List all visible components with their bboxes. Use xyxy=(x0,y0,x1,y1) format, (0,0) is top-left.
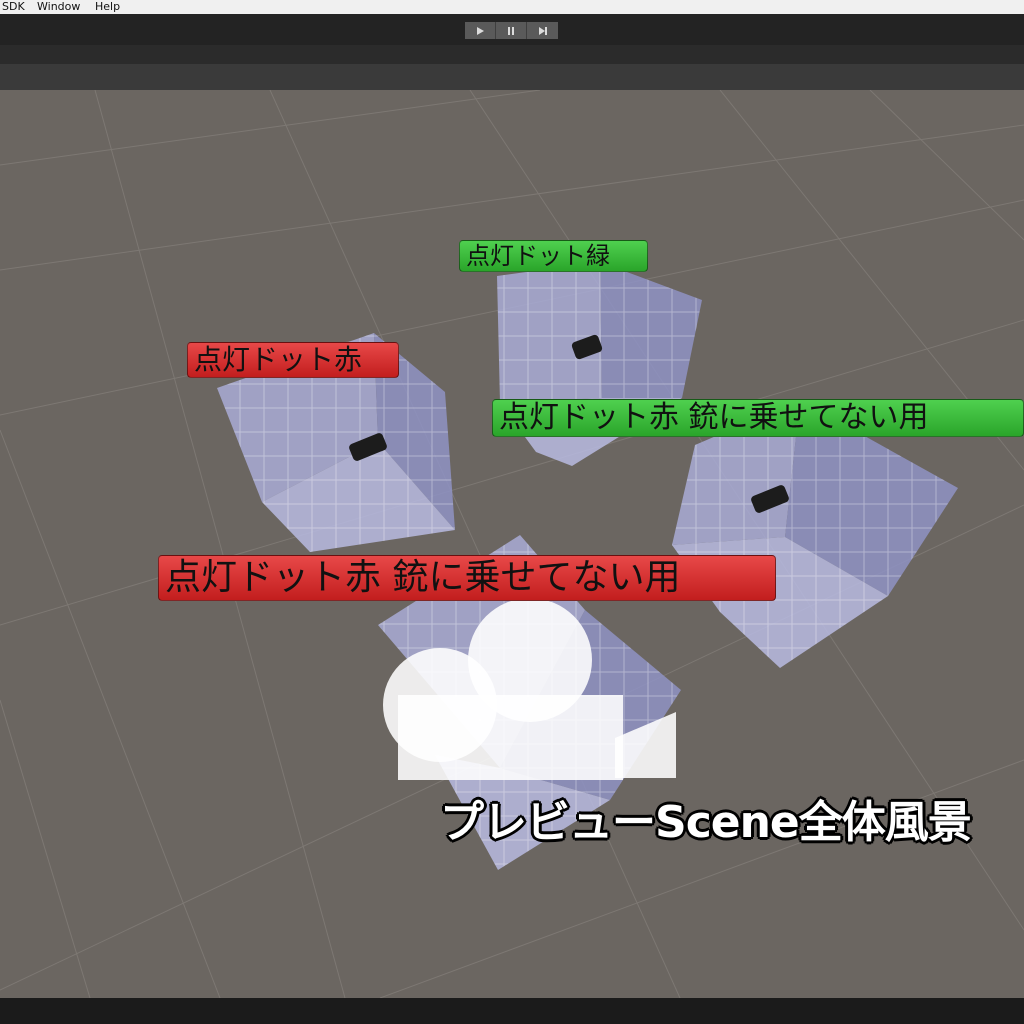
pause-button[interactable] xyxy=(496,22,527,39)
play-icon xyxy=(477,26,484,35)
scene-view-header xyxy=(0,64,1024,90)
label-tag-red-left[interactable]: 点灯ドット赤 xyxy=(187,342,399,378)
menu-item-window[interactable]: Window xyxy=(37,0,80,13)
preview-caption: プレビューScene全体風景 xyxy=(440,797,972,848)
menu-bar: SDK Window Help xyxy=(0,0,1024,14)
menu-item-help[interactable]: Help xyxy=(95,0,120,13)
label-tag-green-right[interactable]: 点灯ドット赤 銃に乗せてない用 xyxy=(492,399,1024,437)
playback-controls xyxy=(465,22,559,39)
toolbar-strip xyxy=(0,45,1024,64)
pause-icon xyxy=(508,26,514,35)
play-button[interactable] xyxy=(465,22,496,39)
step-button[interactable] xyxy=(527,22,558,39)
cube-green-right xyxy=(672,400,958,668)
label-tag-green-top[interactable]: 点灯ドット緑 xyxy=(459,240,648,272)
menu-item-sdk[interactable]: SDK xyxy=(2,0,25,13)
scene-grid xyxy=(0,90,1024,998)
step-icon xyxy=(538,26,547,35)
label-tag-red-bottom[interactable]: 点灯ドット赤 銃に乗せてない用 xyxy=(158,555,776,601)
status-bar xyxy=(0,998,1024,1024)
scene-viewport[interactable]: 点灯ドット緑 点灯ドット赤 点灯ドット赤 銃に乗せてない用 点灯ドット赤 銃に乗… xyxy=(0,90,1024,998)
